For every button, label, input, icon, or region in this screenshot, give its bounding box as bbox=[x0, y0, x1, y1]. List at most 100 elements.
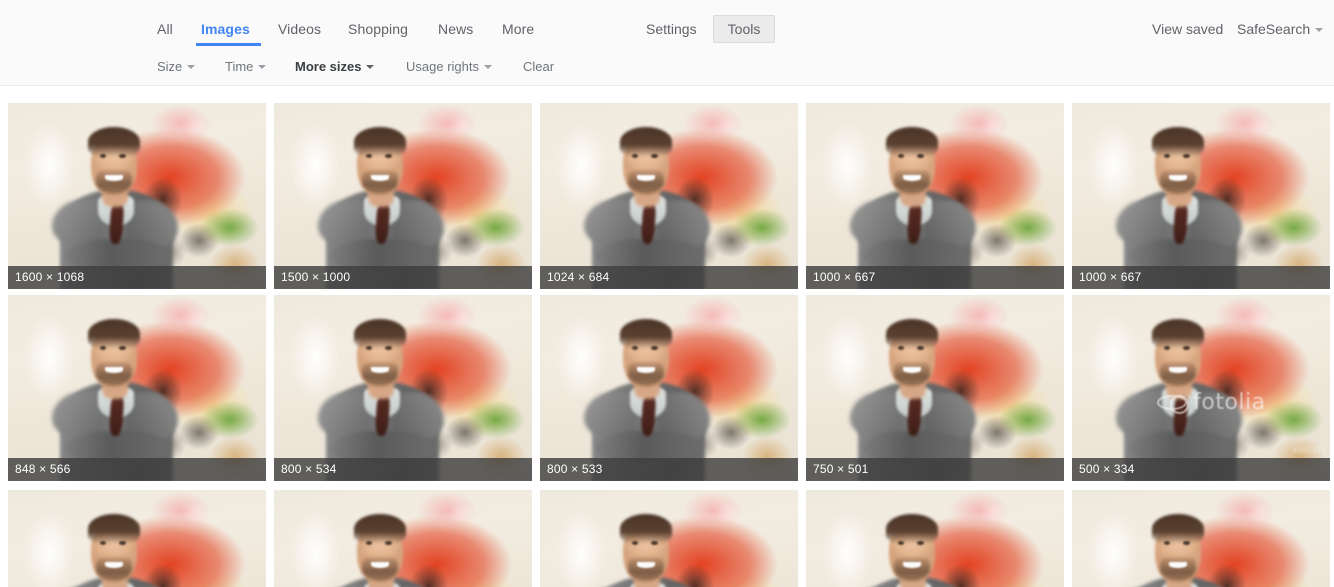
watermark-image-id: #985331 bbox=[1293, 446, 1326, 455]
chevron-down-icon bbox=[258, 65, 266, 69]
thumbnail-image: fotolia #985331 bbox=[1072, 295, 1330, 481]
search-vertical-tabs: All Images Videos Shopping News More Set… bbox=[0, 0, 1334, 48]
chevron-down-icon bbox=[484, 65, 492, 69]
tab-news[interactable]: News bbox=[438, 21, 473, 37]
tab-shopping[interactable]: Shopping bbox=[348, 21, 408, 37]
image-dimensions: 848 × 566 bbox=[15, 462, 71, 477]
image-result-tile[interactable]: fotolia #985331 500 × 334 bbox=[1072, 295, 1330, 481]
view-saved-link[interactable]: View saved bbox=[1152, 21, 1223, 37]
filter-time-label: Time bbox=[225, 59, 253, 74]
active-tab-underline bbox=[196, 43, 261, 46]
thumbnail-image bbox=[1072, 103, 1330, 289]
filter-clear[interactable]: Clear bbox=[523, 59, 554, 74]
photo-figure bbox=[540, 295, 798, 481]
photo-figure bbox=[274, 295, 532, 481]
image-result-tile[interactable]: 750 × 501 bbox=[806, 295, 1064, 481]
image-dimensions: 800 × 533 bbox=[547, 462, 603, 477]
photo-figure bbox=[806, 490, 1064, 587]
thumbnail-image: fotolia bbox=[274, 490, 532, 587]
photo-figure bbox=[8, 295, 266, 481]
dimension-label-bar: 1000 × 667 bbox=[1072, 266, 1330, 289]
image-result-tile[interactable]: 800 × 533 bbox=[540, 295, 798, 481]
thumbnail-image bbox=[540, 490, 798, 587]
image-result-tile[interactable]: 1000 × 667 bbox=[806, 103, 1064, 289]
image-dimensions: 500 × 334 bbox=[1079, 462, 1135, 477]
image-dimensions: 1000 × 667 bbox=[1079, 270, 1141, 285]
tab-images[interactable]: Images bbox=[201, 21, 250, 37]
dimension-label-bar: 1600 × 1068 bbox=[8, 266, 266, 289]
thumbnail-image bbox=[540, 103, 798, 289]
settings-button[interactable]: Settings bbox=[646, 21, 697, 37]
chevron-down-icon bbox=[187, 65, 195, 69]
photo-figure bbox=[806, 103, 1064, 289]
image-result-tile[interactable]: fotolia bbox=[274, 490, 532, 587]
dimension-label-bar: 1024 × 684 bbox=[540, 266, 798, 289]
image-result-tile[interactable]: 848 × 566 bbox=[8, 295, 266, 481]
image-dimensions: 1600 × 1068 bbox=[15, 270, 84, 285]
image-results-grid[interactable]: 1600 × 1068 1500 × 1000 bbox=[0, 87, 1334, 587]
chevron-down-icon bbox=[1315, 28, 1323, 32]
thumbnail-image bbox=[806, 490, 1064, 587]
photo-figure bbox=[1072, 295, 1330, 481]
image-result-tile[interactable] bbox=[540, 490, 798, 587]
tab-all[interactable]: All bbox=[157, 21, 173, 37]
photo-figure bbox=[8, 103, 266, 289]
search-header: All Images Videos Shopping News More Set… bbox=[0, 0, 1334, 86]
tools-button-label: Tools bbox=[714, 21, 774, 37]
thumbnail-image bbox=[8, 103, 266, 289]
safesearch-dropdown[interactable]: SafeSearch bbox=[1237, 21, 1323, 37]
thumbnail-image bbox=[540, 295, 798, 481]
filter-size-label: Size bbox=[157, 59, 182, 74]
filter-usage-rights[interactable]: Usage rights bbox=[406, 59, 492, 74]
image-dimensions: 1500 × 1000 bbox=[281, 270, 350, 285]
image-dimensions: 800 × 534 bbox=[281, 462, 337, 477]
thumbnail-image: fotolia bbox=[8, 490, 266, 587]
photo-figure bbox=[540, 490, 798, 587]
thumbnail-image bbox=[806, 295, 1064, 481]
image-dimensions: 750 × 501 bbox=[813, 462, 869, 477]
dimension-label-bar: 800 × 533 bbox=[540, 458, 798, 481]
filter-time[interactable]: Time bbox=[225, 59, 266, 74]
dimension-label-bar: 500 × 334 bbox=[1072, 458, 1330, 481]
image-result-tile[interactable]: 1500 × 1000 bbox=[274, 103, 532, 289]
image-result-tile[interactable] bbox=[806, 490, 1064, 587]
thumbnail-image bbox=[8, 295, 266, 481]
photo-figure bbox=[1072, 103, 1330, 289]
photo-figure bbox=[274, 103, 532, 289]
thumbnail-image bbox=[274, 295, 532, 481]
image-result-tile[interactable]: fotolia bbox=[8, 490, 266, 587]
tab-more[interactable]: More bbox=[502, 21, 534, 37]
photo-figure bbox=[540, 103, 798, 289]
dimension-label-bar: 848 × 566 bbox=[8, 458, 266, 481]
image-result-tile[interactable]: 1600 × 1068 bbox=[8, 103, 266, 289]
results-row: fotolia fotolia bbox=[0, 490, 1334, 587]
photo-figure bbox=[8, 490, 266, 587]
image-result-tile[interactable]: 1024 × 684 bbox=[540, 103, 798, 289]
filter-more-sizes-label: More sizes bbox=[295, 59, 361, 74]
tools-button[interactable]: Tools bbox=[713, 15, 775, 43]
filter-usage-rights-label: Usage rights bbox=[406, 59, 479, 74]
dimension-label-bar: 1000 × 667 bbox=[806, 266, 1064, 289]
thumbnail-image bbox=[806, 103, 1064, 289]
safesearch-label: SafeSearch bbox=[1237, 21, 1310, 37]
tab-videos[interactable]: Videos bbox=[278, 21, 321, 37]
image-filters-row: Size Time More sizes Usage rights Clear bbox=[0, 48, 1334, 85]
photo-figure bbox=[1072, 490, 1330, 587]
thumbnail-image bbox=[274, 103, 532, 289]
photo-figure bbox=[274, 490, 532, 587]
dimension-label-bar: 750 × 501 bbox=[806, 458, 1064, 481]
image-dimensions: 1000 × 667 bbox=[813, 270, 875, 285]
results-row: 1600 × 1068 1500 × 1000 bbox=[0, 103, 1334, 289]
chevron-down-icon bbox=[366, 65, 374, 69]
filter-size[interactable]: Size bbox=[157, 59, 195, 74]
filter-more-sizes[interactable]: More sizes bbox=[295, 59, 374, 74]
image-result-tile[interactable]: 800 × 534 bbox=[274, 295, 532, 481]
dimension-label-bar: 1500 × 1000 bbox=[274, 266, 532, 289]
thumbnail-image bbox=[1072, 490, 1330, 587]
results-row: 848 × 566 800 × 534 bbox=[0, 295, 1334, 481]
image-result-tile[interactable] bbox=[1072, 490, 1330, 587]
photo-figure bbox=[806, 295, 1064, 481]
image-result-tile[interactable]: 1000 × 667 bbox=[1072, 103, 1330, 289]
dimension-label-bar: 800 × 534 bbox=[274, 458, 532, 481]
image-dimensions: 1024 × 684 bbox=[547, 270, 609, 285]
